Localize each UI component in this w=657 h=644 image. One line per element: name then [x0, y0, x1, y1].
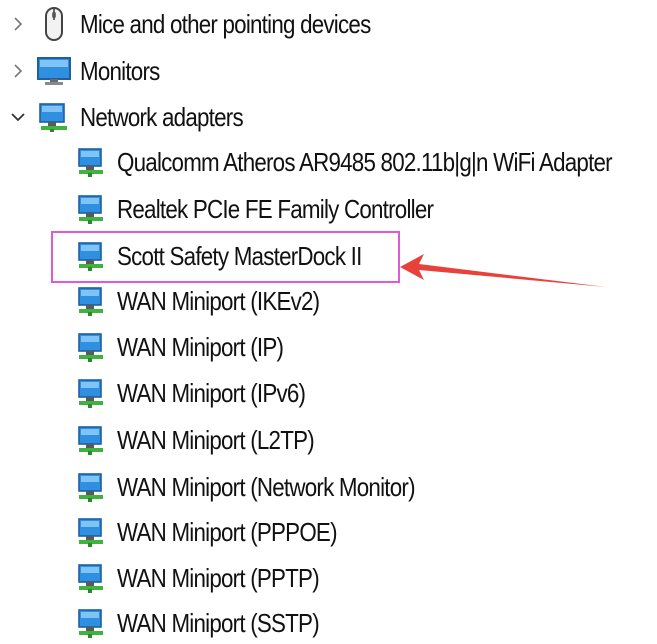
tree-item-label: WAN Miniport (PPTP)	[117, 563, 320, 593]
monitor-icon	[36, 51, 72, 91]
tree-category-monitors[interactable]: Monitors	[0, 51, 173, 91]
chevron-down-icon[interactable]	[0, 97, 36, 137]
tree-item-label: WAN Miniport (Network Monitor)	[117, 472, 416, 502]
tree-category-label: Network adapters	[80, 102, 244, 132]
mouse-icon	[36, 4, 72, 44]
tree-category-network-adapters[interactable]: Network adapters	[0, 97, 269, 137]
tree-item-label: WAN Miniport (PPPOE)	[117, 517, 338, 547]
tree-item-label: WAN Miniport (SSTP)	[117, 608, 320, 638]
tree-item-label: Scott Safety MasterDock II	[117, 241, 362, 271]
network-adapter-icon	[76, 373, 108, 413]
network-adapter-icon	[76, 236, 108, 276]
tree-item-device[interactable]: WAN Miniport (L2TP)	[76, 420, 346, 460]
tree-item-device-highlighted[interactable]: Scott Safety MasterDock II	[76, 236, 401, 276]
network-adapter-icon	[36, 97, 72, 137]
tree-item-device[interactable]: Realtek PCIe FE Family Controller	[76, 189, 485, 229]
tree-item-device[interactable]: WAN Miniport (PPPOE)	[76, 512, 373, 552]
network-adapter-icon	[76, 512, 108, 552]
tree-item-device[interactable]: WAN Miniport (Network Monitor)	[76, 467, 463, 507]
tree-item-label: WAN Miniport (IP)	[117, 332, 284, 362]
tree-category-mice[interactable]: Mice and other pointing devices	[0, 4, 418, 44]
tree-item-label: WAN Miniport (L2TP)	[117, 425, 315, 455]
chevron-right-icon[interactable]	[0, 4, 36, 44]
tree-item-label: WAN Miniport (IPv6)	[117, 378, 306, 408]
network-adapter-icon	[76, 558, 108, 598]
tree-item-device[interactable]: Qualcomm Atheros AR9485 802.11b|g|n WiFi…	[76, 142, 657, 182]
network-adapter-icon	[76, 281, 108, 321]
chevron-right-icon[interactable]	[0, 51, 36, 91]
tree-category-label: Mice and other pointing devices	[80, 9, 371, 39]
tree-item-label: Realtek PCIe FE Family Controller	[117, 194, 434, 224]
tree-item-device[interactable]: WAN Miniport (IPv6)	[76, 373, 336, 413]
network-adapter-icon	[76, 142, 108, 182]
tree-item-device[interactable]: WAN Miniport (IKEv2)	[76, 281, 352, 321]
network-adapter-icon	[76, 603, 108, 643]
tree-item-label: WAN Miniport (IKEv2)	[117, 286, 320, 316]
network-adapter-icon	[76, 327, 108, 367]
network-adapter-icon	[76, 420, 108, 460]
network-adapter-icon	[76, 189, 108, 229]
tree-item-device[interactable]: WAN Miniport (PPTP)	[76, 558, 352, 598]
tree-item-device[interactable]: WAN Miniport (IP)	[76, 327, 310, 367]
tree-item-label: Qualcomm Atheros AR9485 802.11b|g|n WiFi…	[117, 147, 613, 177]
tree-item-device[interactable]: WAN Miniport (SSTP)	[76, 603, 352, 643]
tree-category-label: Monitors	[80, 56, 160, 86]
network-adapter-icon	[76, 467, 108, 507]
